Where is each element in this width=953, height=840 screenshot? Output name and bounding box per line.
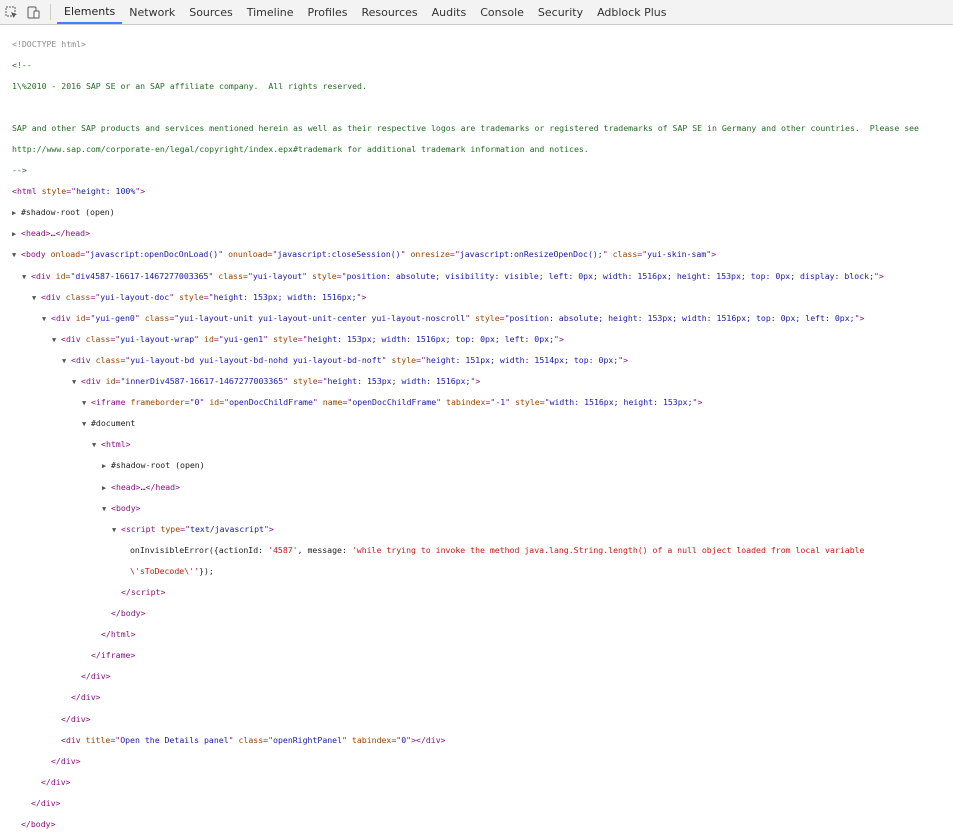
tree-node-shadow-root[interactable]: ▶ #shadow-root (open) (0, 207, 953, 218)
tree-close-div[interactable]: </div> (0, 671, 953, 682)
collapse-arrow-icon[interactable]: ▼ (112, 525, 121, 536)
tree-node-document[interactable]: ▼ #document (0, 418, 953, 429)
expand-arrow-icon[interactable]: ▶ (12, 208, 21, 219)
toolbar-divider (50, 4, 51, 20)
tree-node-div[interactable]: ▼ <div class="yui-layout-doc" style="heig… (0, 292, 953, 303)
collapse-arrow-icon[interactable]: ▼ (82, 398, 91, 409)
tree-line[interactable]: 1\%2010 - 2016 SAP SE or an SAP affiliat… (0, 81, 953, 92)
tree-node-div[interactable]: ▼ <div class="yui-layout-bd yui-layout-bd… (0, 355, 953, 366)
tree-close-div[interactable]: </div> (0, 714, 953, 725)
script-content[interactable]: \'sToDecode\''}); (0, 566, 953, 577)
collapse-arrow-icon[interactable]: ▼ (82, 419, 91, 430)
expand-arrow-icon[interactable]: ▶ (102, 483, 111, 494)
comment-node: <!-- (12, 59, 32, 70)
tab-network[interactable]: Network (122, 0, 182, 24)
script-content[interactable]: onInvisibleError({actionId: '4587', mess… (0, 545, 953, 556)
tab-resources[interactable]: Resources (354, 0, 424, 24)
tree-close-script[interactable]: </script> (0, 587, 953, 598)
comment-text: http://www.sap.com/corporate-en/legal/co… (12, 144, 589, 155)
tree-line[interactable] (0, 102, 953, 113)
tree-node-shadow-root[interactable]: ▶ #shadow-root (open) (0, 460, 953, 471)
collapse-arrow-icon[interactable]: ▼ (12, 250, 21, 261)
tree-close-body[interactable]: </body> (0, 608, 953, 619)
tree-line[interactable]: SAP and other SAP products and services … (0, 123, 953, 134)
tree-close-div[interactable]: </div> (0, 798, 953, 809)
tree-close-div[interactable]: </div> (0, 756, 953, 767)
devtools-toolbar: Elements Network Sources Timeline Profil… (0, 0, 953, 25)
comment-text: SAP and other SAP products and services … (12, 122, 919, 133)
tab-sources[interactable]: Sources (182, 0, 240, 24)
collapse-arrow-icon[interactable]: ▼ (72, 377, 81, 388)
inspect-element-icon[interactable] (0, 0, 22, 24)
collapse-arrow-icon[interactable]: ▼ (102, 504, 111, 515)
tree-node-head[interactable]: ▶ <head>…</head> (0, 228, 953, 239)
tree-close-div[interactable]: </div> (0, 692, 953, 703)
tree-node-body[interactable]: ▼ <body> (0, 503, 953, 514)
expand-arrow-icon[interactable]: ▶ (102, 461, 111, 472)
tree-node-html[interactable]: <html style="height: 100%"> (0, 186, 953, 197)
comment-text: --> (12, 165, 27, 176)
tree-node-iframe[interactable]: ▼ <iframe frameborder="0" id="openDocChil… (0, 397, 953, 408)
tree-node-div[interactable]: ▼ <div id="div4587-16617-1467277003365" c… (0, 271, 953, 282)
device-mode-icon[interactable] (22, 0, 44, 24)
tree-node-head[interactable]: ▶ <head>…</head> (0, 482, 953, 493)
tree-line[interactable]: http://www.sap.com/corporate-en/legal/co… (0, 144, 953, 155)
tree-node-body[interactable]: ▼ <body onload="javascript:openDocOnLoad(… (0, 249, 953, 260)
tab-security[interactable]: Security (531, 0, 590, 24)
tab-elements[interactable]: Elements (57, 0, 123, 24)
tree-node-script[interactable]: ▼ <script type="text/javascript"> (0, 524, 953, 535)
collapse-arrow-icon[interactable]: ▼ (62, 356, 71, 367)
tree-line[interactable]: --> (0, 165, 953, 176)
dom-tree: <!DOCTYPE html> <!-- 1\%2010 - 2016 SAP … (0, 25, 953, 840)
collapse-arrow-icon[interactable]: ▼ (42, 314, 51, 325)
tree-node-div[interactable]: ▼ <div class="yui-layout-wrap" id="yui-ge… (0, 334, 953, 345)
collapse-arrow-icon[interactable]: ▼ (32, 293, 41, 304)
tree-line[interactable]: <!-- (0, 60, 953, 71)
tree-close-iframe[interactable]: </iframe> (0, 650, 953, 661)
tree-close-div[interactable]: </div> (0, 777, 953, 788)
tree-node-div[interactable]: ▼ <div id="yui-gen0" class="yui-layout-un… (0, 313, 953, 324)
collapse-arrow-icon[interactable]: ▼ (52, 335, 61, 346)
expand-arrow-icon[interactable]: ▶ (12, 229, 21, 240)
doctype-node: <!DOCTYPE html> (12, 38, 86, 49)
tree-node-html[interactable]: ▼ <html> (0, 439, 953, 450)
comment-text: 1\%2010 - 2016 SAP SE or an SAP affiliat… (12, 80, 367, 91)
tab-console[interactable]: Console (473, 0, 531, 24)
tab-profiles[interactable]: Profiles (301, 0, 355, 24)
tree-node-div[interactable]: <div title="Open the Details panel" clas… (0, 735, 953, 746)
tab-timeline[interactable]: Timeline (240, 0, 301, 24)
tree-close-html[interactable]: </html> (0, 629, 953, 640)
tree-line[interactable]: <!DOCTYPE html> (0, 39, 953, 50)
tree-node-div[interactable]: ▼ <div id="innerDiv4587-16617-14672770033… (0, 376, 953, 387)
collapse-arrow-icon[interactable]: ▼ (22, 272, 31, 283)
collapse-arrow-icon[interactable]: ▼ (92, 440, 101, 451)
tab-adblock-plus[interactable]: Adblock Plus (590, 0, 673, 24)
tree-close-body[interactable]: </body> (0, 819, 953, 830)
tab-audits[interactable]: Audits (425, 0, 474, 24)
